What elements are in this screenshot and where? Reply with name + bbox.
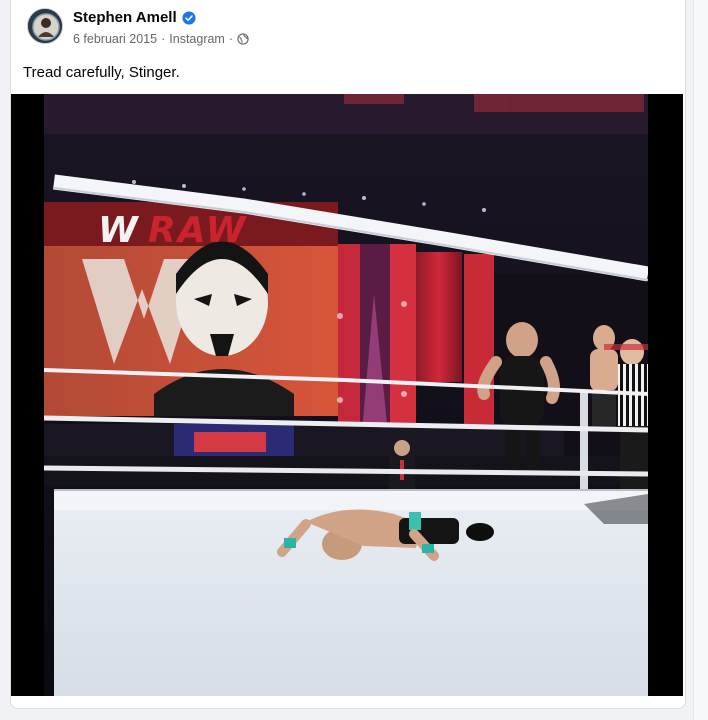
author-avatar[interactable]	[27, 8, 63, 44]
post-card: Stephen Amell 6 februari 2015 · Instagra…	[10, 0, 686, 709]
video-frame: W RAW	[44, 94, 648, 696]
meta-separator: ·	[161, 32, 166, 46]
post-source: Instagram	[169, 32, 225, 46]
scrollbar[interactable]	[693, 0, 708, 720]
globe-icon[interactable]	[237, 33, 249, 45]
post-header: Stephen Amell 6 februari 2015 · Instagra…	[27, 6, 647, 50]
svg-text:W: W	[98, 210, 140, 251]
avatar-image	[28, 9, 62, 43]
post-caption: Tread carefully, Stinger.	[23, 64, 180, 81]
verified-badge-icon	[182, 10, 196, 25]
wrestling-ring-image: W RAW	[44, 94, 648, 696]
post-video[interactable]: W RAW	[11, 94, 683, 696]
post-meta: 6 februari 2015 · Instagram ·	[73, 32, 249, 46]
meta-separator-2: ·	[228, 32, 234, 46]
author-line: Stephen Amell	[73, 9, 196, 26]
post-date[interactable]: 6 februari 2015	[73, 32, 157, 46]
author-name[interactable]: Stephen Amell	[73, 9, 177, 26]
